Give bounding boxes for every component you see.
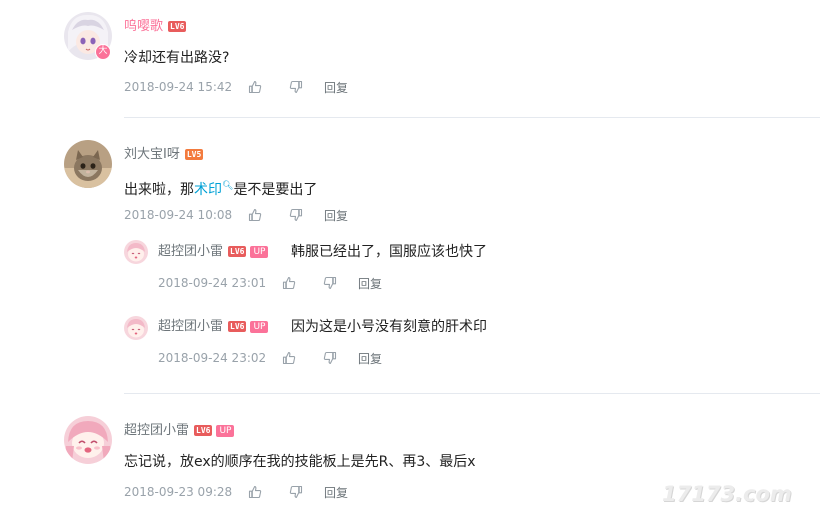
timestamp: 2018-09-24 23:02 <box>158 351 267 365</box>
level-badge: LV6 <box>228 321 247 332</box>
username-text[interactable]: 超控团小雷 <box>124 423 189 438</box>
comment-text: 忘记说，放ex的顺序在我的技能板上是先R、再3、最后x <box>124 454 476 470</box>
search-link[interactable]: 术印 <box>194 182 222 198</box>
username[interactable]: 超控团小雷 LV6 UP <box>124 423 235 439</box>
dislike-icon[interactable] <box>289 485 303 499</box>
dislike-icon[interactable] <box>323 276 337 290</box>
up-badge: UP <box>250 246 269 258</box>
like-icon[interactable] <box>248 485 262 499</box>
avatar[interactable] <box>64 140 112 188</box>
comment-text-post: 是不是要出了 <box>233 182 318 198</box>
username[interactable]: 超控团小雷 LV6 UP <box>158 319 269 335</box>
username-text[interactable]: 呜嘤歌 <box>124 19 163 34</box>
username[interactable]: 超控团小雷 LV6 UP <box>158 244 269 260</box>
timestamp: 2018-09-24 15:42 <box>124 80 233 94</box>
level-badge: LV6 <box>168 21 187 32</box>
avatar[interactable] <box>64 416 112 464</box>
reply-button[interactable]: 回复 <box>324 486 348 500</box>
divider <box>124 117 820 118</box>
up-badge: UP <box>250 321 269 333</box>
avatar[interactable] <box>124 240 148 264</box>
reply-text: 韩服已经出了，国服应该也快了 <box>291 244 487 260</box>
username-text[interactable]: 超控团小雷 <box>158 244 223 259</box>
like-icon[interactable] <box>248 80 262 94</box>
reply-text: 因为这是小号没有刻意的肝术印 <box>291 319 487 335</box>
username-text[interactable]: 超控团小雷 <box>158 319 223 334</box>
username-text[interactable]: 刘大宝I呀 <box>124 147 180 162</box>
dislike-icon[interactable] <box>289 208 303 222</box>
timestamp: 2018-09-24 10:08 <box>124 208 233 222</box>
dislike-icon[interactable] <box>289 80 303 94</box>
level-badge: LV6 <box>194 425 213 436</box>
reply-button[interactable]: 回复 <box>324 81 348 95</box>
search-icon[interactable]: 🔍︎ <box>222 181 233 191</box>
divider <box>124 393 820 394</box>
reply-button[interactable]: 回复 <box>358 352 382 366</box>
reply-button[interactable]: 回复 <box>324 209 348 223</box>
username[interactable]: 刘大宝I呀 LV5 <box>124 147 204 163</box>
timestamp: 2018-09-23 09:28 <box>124 485 233 499</box>
level-badge: LV6 <box>228 246 247 257</box>
watermark: 17173.com <box>662 482 792 506</box>
like-icon[interactable] <box>248 208 262 222</box>
up-badge: UP <box>216 425 235 437</box>
reply-button[interactable]: 回复 <box>358 277 382 291</box>
comment-text: 出来啦，那术印🔍︎是不是要出了 <box>124 176 317 200</box>
comment-text: 冷却还有出路没? <box>124 50 230 66</box>
like-icon[interactable] <box>282 351 296 365</box>
username[interactable]: 呜嘤歌 LV6 <box>124 19 187 35</box>
avatar[interactable] <box>124 316 148 340</box>
level-badge: LV5 <box>184 149 204 160</box>
badge-icon: 大 <box>95 44 111 60</box>
dislike-icon[interactable] <box>323 351 337 365</box>
timestamp: 2018-09-24 23:01 <box>158 276 267 290</box>
like-icon[interactable] <box>282 276 296 290</box>
comment-text-pre: 出来啦，那 <box>124 182 194 198</box>
